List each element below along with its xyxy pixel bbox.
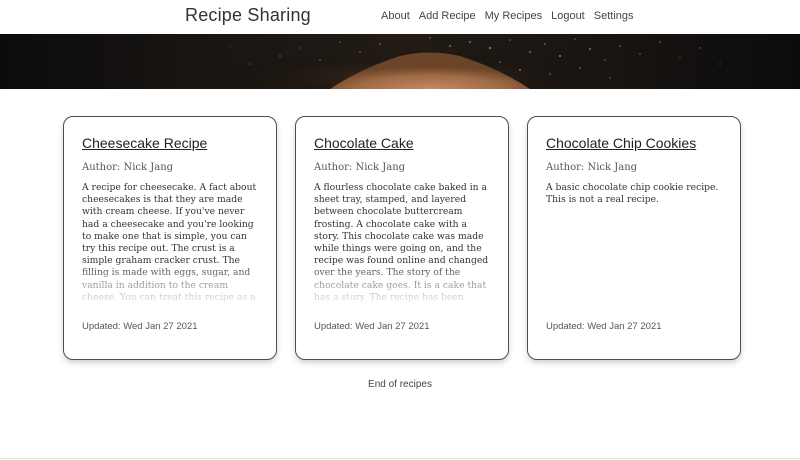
navbar: Recipe Sharing About Add Recipe My Recip…	[0, 0, 800, 34]
recipe-title-link[interactable]: Chocolate Chip Cookies	[546, 135, 696, 151]
recipe-updated: Updated: Wed Jan 27 2021	[82, 321, 198, 332]
recipe-card-chocolate-chip-cookies[interactable]: Chocolate Chip Cookies Author: Nick Jang…	[527, 116, 741, 360]
hero-banner-image	[0, 34, 800, 89]
recipe-cards: Cheesecake Recipe Author: Nick Jang A re…	[0, 116, 800, 361]
nav-about-link[interactable]: About	[381, 10, 410, 22]
recipe-author: Author: Nick Jang	[82, 162, 174, 173]
recipe-title-link[interactable]: Cheesecake Recipe	[82, 135, 207, 151]
nav-logout-link[interactable]: Logout	[551, 10, 585, 22]
footer-divider	[0, 458, 800, 459]
recipe-card-chocolate-cake[interactable]: Chocolate Cake Author: Nick Jang A flour…	[295, 116, 509, 360]
recipe-description: A flourless chocolate cake baked in a sh…	[314, 182, 494, 307]
nav-add-recipe-link[interactable]: Add Recipe	[419, 10, 476, 22]
nav-links: About Add Recipe My Recipes Logout Setti…	[381, 10, 634, 22]
recipe-card-cheesecake[interactable]: Cheesecake Recipe Author: Nick Jang A re…	[63, 116, 277, 360]
recipe-author: Author: Nick Jang	[314, 162, 406, 173]
cocoa-powder-image	[200, 34, 721, 89]
recipe-title-link[interactable]: Chocolate Cake	[314, 135, 414, 151]
recipe-updated: Updated: Wed Jan 27 2021	[546, 321, 662, 332]
brand-title[interactable]: Recipe Sharing	[185, 5, 311, 26]
recipe-updated: Updated: Wed Jan 27 2021	[314, 321, 430, 332]
nav-settings-link[interactable]: Settings	[594, 10, 634, 22]
recipe-description: A recipe for cheesecake. A fact about ch…	[82, 182, 262, 307]
end-of-recipes-text: End of recipes	[368, 379, 432, 390]
recipe-description: A basic chocolate chip cookie recipe. Th…	[546, 182, 719, 206]
nav-my-recipes-link[interactable]: My Recipes	[485, 10, 542, 22]
recipe-author: Author: Nick Jang	[546, 162, 638, 173]
